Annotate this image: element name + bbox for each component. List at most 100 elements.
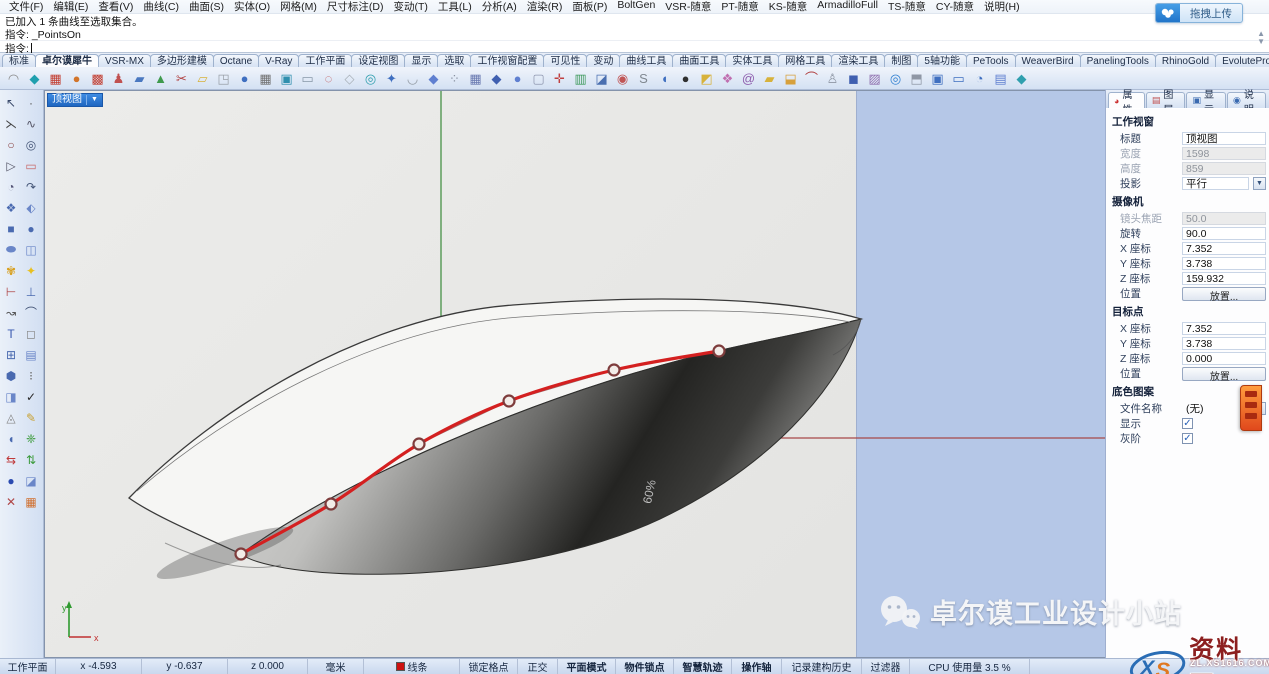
left-toolbar-icon-3[interactable]: ∿	[21, 113, 41, 134]
left-toolbar-icon-36[interactable]: ●	[1, 470, 21, 491]
menu-item-16[interactable]: KS-随意	[764, 0, 813, 14]
menu-item-5[interactable]: 实体(O)	[229, 0, 275, 14]
field-value[interactable]: 7.352	[1182, 322, 1266, 335]
toolbar-tab-12[interactable]: 变动	[586, 54, 620, 67]
left-toolbar-icon-32[interactable]: ◖	[1, 428, 21, 449]
toolbar-tab-23[interactable]: RhinoGold	[1155, 54, 1216, 67]
status-planar-mode[interactable]: 平面模式	[558, 659, 616, 674]
status-units[interactable]: 毫米	[308, 659, 364, 674]
top-toolbar-icon-43[interactable]: ⬒	[906, 69, 927, 88]
control-point-4[interactable]	[609, 365, 620, 376]
left-toolbar-icon-37[interactable]: ◪	[21, 470, 41, 491]
panel-tab-说明[interactable]: ◉说明	[1227, 92, 1266, 108]
top-toolbar-icon-10[interactable]: ◳	[213, 69, 234, 88]
top-toolbar-icon-7[interactable]: ▲	[150, 69, 171, 88]
upload-overlay-button[interactable]: 拖拽上传	[1155, 3, 1243, 23]
left-toolbar-icon-24[interactable]: ⊞	[1, 344, 21, 365]
checkbox-灰阶[interactable]: ✓	[1182, 433, 1193, 444]
status-osnap[interactable]: 物件锁点	[616, 659, 674, 674]
menu-item-0[interactable]: 文件(F)	[4, 0, 48, 14]
toolbar-tab-21[interactable]: WeaverBird	[1015, 54, 1081, 67]
left-toolbar-icon-26[interactable]: ⬢	[1, 365, 21, 386]
top-toolbar-icon-4[interactable]: ▩	[87, 69, 108, 88]
toolbar-tab-7[interactable]: 设定视图	[351, 54, 405, 67]
left-toolbar-icon-20[interactable]: ↝	[1, 302, 21, 323]
top-toolbar-icon-21[interactable]: ⁘	[444, 69, 465, 88]
top-toolbar-icon-42[interactable]: ◎	[885, 69, 906, 88]
menu-item-1[interactable]: 编辑(E)	[48, 0, 93, 14]
field-value[interactable]: 0.000	[1182, 352, 1266, 365]
left-toolbar-icon-12[interactable]: ■	[1, 218, 21, 239]
top-toolbar-icon-8[interactable]: ✂	[171, 69, 192, 88]
left-toolbar-icon-1[interactable]: ·	[21, 92, 41, 113]
left-toolbar-icon-21[interactable]: ⌒	[21, 302, 41, 323]
top-toolbar-icon-47[interactable]: ▤	[990, 69, 1011, 88]
left-toolbar-icon-8[interactable]: ◔	[1, 176, 21, 197]
field-value[interactable]: 3.738	[1182, 257, 1266, 270]
field-value[interactable]: 平行	[1182, 177, 1249, 190]
chevron-down-icon[interactable]: ▼	[1253, 177, 1266, 190]
top-toolbar-icon-32[interactable]: ●	[675, 69, 696, 88]
toolbar-tab-10[interactable]: 工作视窗配置	[470, 54, 544, 67]
status-smart-track[interactable]: 智慧轨迹	[674, 659, 732, 674]
status-x-coord[interactable]: x -4.593	[56, 659, 142, 674]
top-toolbar-icon-9[interactable]: ▱	[192, 69, 213, 88]
field-value[interactable]: 顶视图	[1182, 132, 1266, 145]
viewport-title-tab[interactable]: 顶视图 ▼	[47, 93, 103, 107]
left-toolbar-icon-27[interactable]: ⁝	[21, 365, 41, 386]
command-scroll-arrows[interactable]: ▲▼	[1257, 30, 1265, 46]
top-toolbar-icon-24[interactable]: ●	[507, 69, 528, 88]
toolbar-tab-18[interactable]: 制图	[884, 54, 918, 67]
top-toolbar-icon-18[interactable]: ✦	[381, 69, 402, 88]
control-point-2[interactable]	[414, 439, 425, 450]
status-y-coord[interactable]: y -0.637	[142, 659, 228, 674]
top-toolbar-icon-41[interactable]: ▨	[864, 69, 885, 88]
menu-item-14[interactable]: VSR-随意	[660, 0, 716, 14]
menu-item-3[interactable]: 曲线(C)	[138, 0, 184, 14]
left-toolbar-icon-15[interactable]: ◫	[21, 239, 41, 260]
left-toolbar-icon-0[interactable]: ↖	[1, 92, 21, 113]
toolbar-tab-3[interactable]: 多边形建模	[150, 54, 214, 67]
field-value[interactable]: 159.932	[1182, 272, 1266, 285]
toolbar-tab-4[interactable]: Octane	[213, 54, 259, 67]
menu-item-20[interactable]: 说明(H)	[979, 0, 1025, 14]
top-toolbar-icon-27[interactable]: ▥	[570, 69, 591, 88]
left-toolbar-icon-17[interactable]: ✦	[21, 260, 41, 281]
left-toolbar-icon-29[interactable]: ✓	[21, 386, 41, 407]
left-toolbar-icon-2[interactable]: ⋋	[1, 113, 21, 134]
top-toolbar-icon-23[interactable]: ◆	[486, 69, 507, 88]
top-toolbar-icon-36[interactable]: ▰	[759, 69, 780, 88]
field-value[interactable]: 3.738	[1182, 337, 1266, 350]
left-toolbar-icon-23[interactable]: ◻	[21, 323, 41, 344]
field-value[interactable]: 90.0	[1182, 227, 1266, 240]
top-toolbar-icon-2[interactable]: ▦	[45, 69, 66, 88]
menu-item-6[interactable]: 网格(M)	[275, 0, 322, 14]
left-toolbar-icon-9[interactable]: ↷	[21, 176, 41, 197]
left-toolbar-icon-31[interactable]: ✎	[21, 407, 41, 428]
left-toolbar-icon-25[interactable]: ▤	[21, 344, 41, 365]
left-toolbar-icon-19[interactable]: ⊥	[21, 281, 41, 302]
field-value[interactable]: 7.352	[1182, 242, 1266, 255]
status-layer[interactable]: 线条	[364, 659, 460, 674]
menu-item-18[interactable]: TS-随意	[883, 0, 931, 14]
left-toolbar-icon-28[interactable]: ◨	[1, 386, 21, 407]
left-toolbar-icon-18[interactable]: ⊢	[1, 281, 21, 302]
left-toolbar-icon-13[interactable]: ●	[21, 218, 41, 239]
toolbar-tab-16[interactable]: 网格工具	[778, 54, 832, 67]
status-grid-snap[interactable]: 锁定格点	[460, 659, 518, 674]
chevron-down-icon[interactable]: ▼	[91, 93, 98, 107]
top-toolbar-icon-31[interactable]: ◖	[654, 69, 675, 88]
left-toolbar-icon-10[interactable]: ❖	[1, 197, 21, 218]
toolbar-tab-5[interactable]: V-Ray	[258, 54, 299, 67]
checkbox-显示[interactable]: ✓	[1182, 418, 1193, 429]
top-toolbar-icon-20[interactable]: ◆	[423, 69, 444, 88]
menu-item-7[interactable]: 尺寸标注(D)	[322, 0, 389, 14]
control-point-1[interactable]	[326, 499, 337, 510]
top-toolbar-icon-45[interactable]: ▭	[948, 69, 969, 88]
top-toolbar-icon-40[interactable]: ◼	[843, 69, 864, 88]
status-cpu-usage[interactable]: CPU 使用量 3.5 %	[910, 659, 1030, 674]
viewport-top[interactable]: 60% x y 顶视图 ▼	[44, 90, 1105, 658]
top-toolbar-icon-46[interactable]: ◔	[969, 69, 990, 88]
status-cplane[interactable]: 工作平面	[0, 659, 56, 674]
top-toolbar-icon-29[interactable]: ◉	[612, 69, 633, 88]
